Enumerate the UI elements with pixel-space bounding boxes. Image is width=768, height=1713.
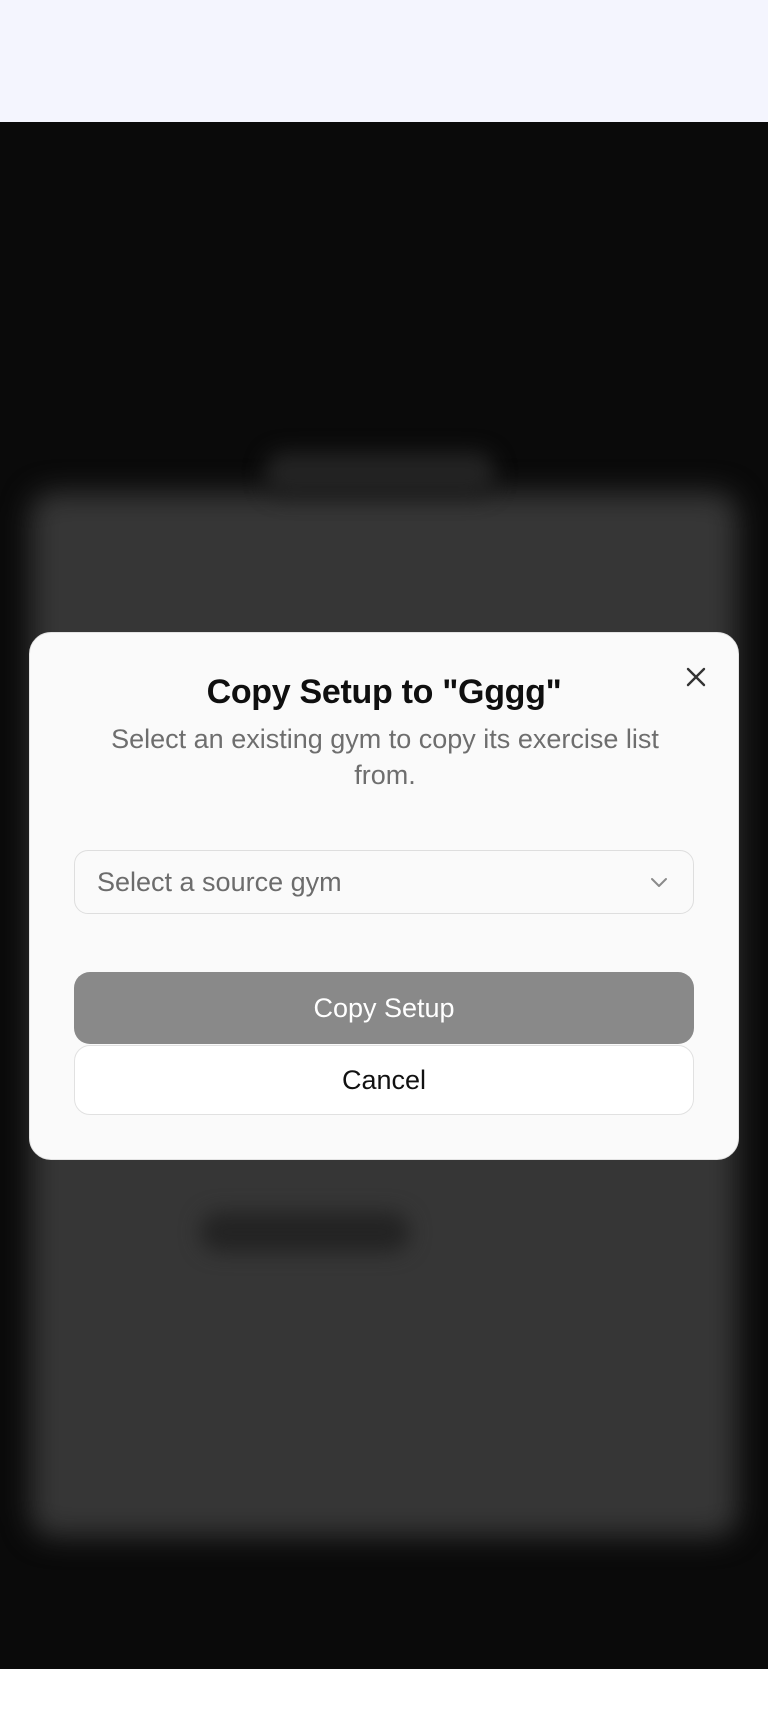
top-bar bbox=[0, 0, 768, 122]
cancel-button[interactable]: Cancel bbox=[74, 1045, 694, 1115]
source-gym-select[interactable]: Select a source gym bbox=[74, 850, 694, 914]
bottom-bar bbox=[0, 1669, 768, 1713]
copy-setup-dialog: Copy Setup to "Gggg" Select an existing … bbox=[29, 632, 739, 1160]
dialog-subtitle: Select an existing gym to copy its exerc… bbox=[111, 724, 659, 790]
source-gym-select-placeholder: Select a source gym bbox=[97, 866, 342, 897]
copy-setup-button[interactable]: Copy Setup bbox=[74, 972, 694, 1044]
dialog-title: Copy Setup to "Gggg" bbox=[206, 673, 562, 711]
background-blob bbox=[200, 1212, 410, 1252]
background-blob bbox=[265, 452, 495, 496]
chevron-down-icon bbox=[651, 878, 667, 887]
